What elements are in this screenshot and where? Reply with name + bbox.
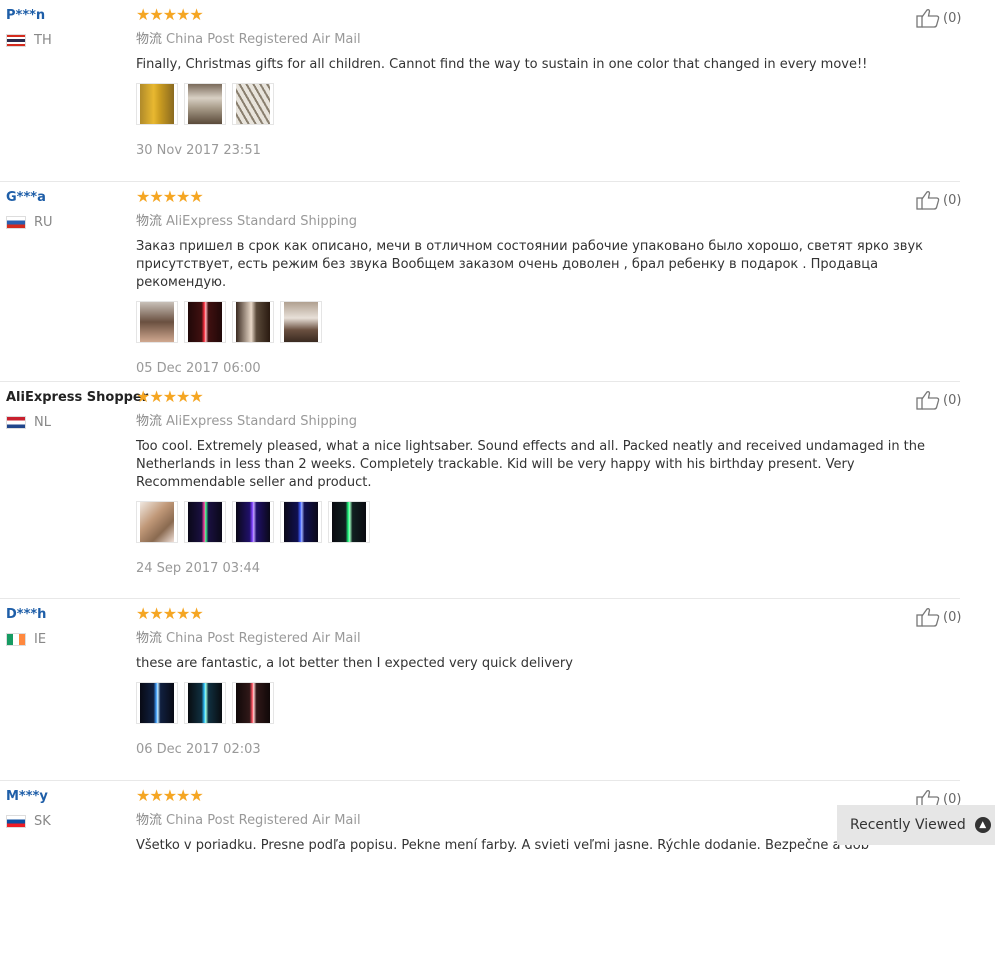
review-photo[interactable] <box>184 83 226 125</box>
review-content: ★★★★★ 物流 China Post Registered Air Mail t… <box>136 606 936 757</box>
country-code: IE <box>34 632 47 647</box>
review-content: ★★★★★ 物流 AliExpress Standard Shipping Зак… <box>136 189 936 376</box>
reviewer-country: SK <box>6 814 51 829</box>
review-text: Too cool. Extremely pleased, what a nice… <box>136 439 926 490</box>
review-item: M***y SK ★★★★★ 物流 China Post Registered A… <box>0 781 961 962</box>
review-photo[interactable] <box>280 501 322 543</box>
review-photos <box>136 83 936 125</box>
recently-viewed-label: Recently Viewed <box>850 817 966 833</box>
helpful-count: (0) <box>943 10 962 26</box>
helpful-button[interactable]: (0) <box>916 8 961 28</box>
review-item: P***n TH ★★★★★ 物流 China Post Registered A… <box>0 0 961 182</box>
thumbs-up-icon <box>916 9 940 28</box>
chevron-up-icon: ▲ <box>974 817 991 833</box>
review-photo[interactable] <box>280 301 322 343</box>
review-text: Všetko v poriadku. Presne podľa popisu. … <box>136 838 870 853</box>
reviewer-info: D***h IE <box>6 607 46 647</box>
reviewer-info: P***n TH <box>6 8 52 48</box>
review-date: 30 Nov 2017 23:51 <box>136 143 261 158</box>
review-content: ★★★★★ 物流 China Post Registered Air Mail F… <box>136 7 936 158</box>
review-content: ★★★★★ 物流 AliExpress Standard Shipping Too… <box>136 389 936 576</box>
helpful-button[interactable]: (0) <box>916 190 961 210</box>
reviewer-country: RU <box>6 215 53 230</box>
thumbs-up-icon <box>916 191 940 210</box>
flag-th-icon <box>6 34 26 47</box>
review-photo[interactable] <box>232 682 274 724</box>
recently-viewed-button[interactable]: Recently Viewed ▲ <box>837 805 995 845</box>
shipping-method: 物流 China Post Registered Air Mail <box>136 809 936 828</box>
review-photo[interactable] <box>136 501 178 543</box>
flag-ie-icon <box>6 633 26 646</box>
logistics-label: 物流 <box>136 32 163 47</box>
review-photo[interactable] <box>232 501 274 543</box>
review-photo[interactable] <box>184 301 226 343</box>
shipping-name: AliExpress Standard Shipping <box>166 214 358 229</box>
reviewer-info: G***a RU <box>6 190 53 230</box>
review-photos <box>136 682 936 724</box>
review-photo[interactable] <box>136 682 178 724</box>
shipping-method: 物流 China Post Registered Air Mail <box>136 627 936 646</box>
review-photos <box>136 501 936 543</box>
reviewer-info: AliExpress Shopper NL <box>6 390 148 430</box>
logistics-label: 物流 <box>136 813 163 828</box>
reviewer-name[interactable]: AliExpress Shopper <box>6 390 148 405</box>
star-rating: ★★★★★ <box>136 187 204 206</box>
star-rating: ★★★★★ <box>136 604 204 623</box>
reviewer-country: TH <box>6 33 52 48</box>
shipping-name: China Post Registered Air Mail <box>166 813 361 828</box>
logistics-label: 物流 <box>136 414 163 429</box>
reviewer-country: IE <box>6 632 46 647</box>
shipping-method: 物流 AliExpress Standard Shipping <box>136 210 936 229</box>
helpful-count: (0) <box>943 392 962 408</box>
review-photo[interactable] <box>328 501 370 543</box>
shipping-name: AliExpress Standard Shipping <box>166 414 358 429</box>
review-photo[interactable] <box>232 301 274 343</box>
reviewer-info: M***y SK <box>6 789 51 829</box>
review-text: Заказ пришел в срок как описано, мечи в … <box>136 239 924 290</box>
country-code: SK <box>34 814 51 829</box>
review-photo[interactable] <box>232 83 274 125</box>
reviewer-country: NL <box>6 415 148 430</box>
helpful-count: (0) <box>943 609 962 625</box>
star-rating: ★★★★★ <box>136 786 204 805</box>
reviewer-name[interactable]: D***h <box>6 607 46 622</box>
country-code: NL <box>34 415 51 430</box>
shipping-name: China Post Registered Air Mail <box>166 32 361 47</box>
review-photo[interactable] <box>136 301 178 343</box>
review-date: 24 Sep 2017 03:44 <box>136 561 260 576</box>
thumbs-up-icon <box>916 391 940 410</box>
review-photo[interactable] <box>184 501 226 543</box>
flag-sk-icon <box>6 815 26 828</box>
review-text: these are fantastic, a lot better then I… <box>136 656 573 671</box>
logistics-label: 物流 <box>136 214 163 229</box>
reviewer-name[interactable]: G***a <box>6 190 53 205</box>
review-date: 06 Dec 2017 02:03 <box>136 742 261 757</box>
star-rating: ★★★★★ <box>136 387 204 406</box>
review-item: D***h IE ★★★★★ 物流 China Post Registered A… <box>0 599 961 781</box>
shipping-name: China Post Registered Air Mail <box>166 631 361 646</box>
thumbs-up-icon <box>916 608 940 627</box>
flag-ru-icon <box>6 216 26 229</box>
review-photos <box>136 301 936 343</box>
reviewer-name[interactable]: M***y <box>6 789 51 804</box>
review-photo[interactable] <box>136 83 178 125</box>
reviewer-name[interactable]: P***n <box>6 8 52 23</box>
helpful-button[interactable]: (0) <box>916 607 961 627</box>
shipping-method: 物流 China Post Registered Air Mail <box>136 28 936 47</box>
country-code: TH <box>34 33 52 48</box>
country-code: RU <box>34 215 53 230</box>
shipping-method: 物流 AliExpress Standard Shipping <box>136 410 936 429</box>
flag-nl-icon <box>6 416 26 429</box>
review-date: 05 Dec 2017 06:00 <box>136 361 261 376</box>
review-item: G***a RU ★★★★★ 物流 AliExpress Standard Shi… <box>0 182 961 382</box>
review-item: AliExpress Shopper NL ★★★★★ 物流 AliExpress… <box>0 382 961 599</box>
logistics-label: 物流 <box>136 631 163 646</box>
review-text: Finally, Christmas gifts for all childre… <box>136 57 868 72</box>
helpful-count: (0) <box>943 192 962 208</box>
star-rating: ★★★★★ <box>136 5 204 24</box>
helpful-button[interactable]: (0) <box>916 390 961 410</box>
review-photo[interactable] <box>184 682 226 724</box>
